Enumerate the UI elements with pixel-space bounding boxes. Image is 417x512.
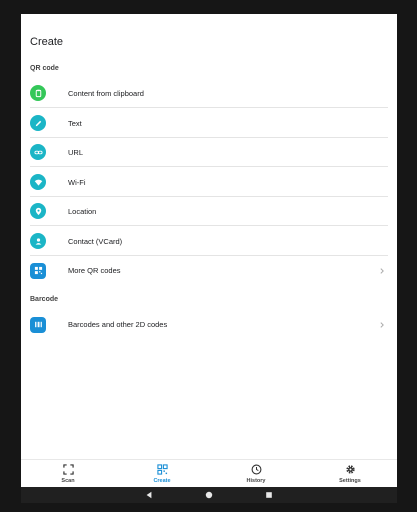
nav-tab-history[interactable]: History [209, 460, 303, 487]
list-item-label: Wi-Fi [68, 177, 86, 187]
scan-icon [62, 463, 74, 475]
page-title: Create [30, 36, 64, 48]
chevron-right-icon [380, 267, 384, 274]
system-navigation-bar [21, 487, 397, 503]
list-item-contact-vcard[interactable]: Contact (VCard) [30, 227, 388, 256]
device-bezel-right [397, 0, 417, 512]
gear-icon [345, 464, 355, 474]
app-screen: Create QR code Content from clipboard Te… [21, 14, 397, 503]
recents-icon[interactable] [265, 491, 273, 499]
clock-icon [251, 464, 261, 474]
device-bezel-left [0, 0, 21, 512]
section-label-barcode: Barcode [30, 296, 59, 303]
barcode-icon [30, 316, 46, 333]
list-item-more-qr-codes[interactable]: More QR codes [30, 256, 388, 285]
section-label-qr-code: QR code [30, 65, 59, 72]
nav-tab-scan[interactable]: Scan [21, 460, 115, 487]
qr-icon [156, 463, 168, 475]
clipboard-icon [30, 85, 46, 101]
list-item-label: URL [68, 147, 84, 157]
list-item-label: Location [68, 206, 97, 216]
list-item-label: Contact (VCard) [68, 236, 123, 246]
device-bezel-top [0, 0, 417, 14]
list-item-label: Text [68, 118, 82, 128]
person-icon [30, 233, 46, 249]
nav-tab-label: Create [153, 477, 171, 484]
list-item-url[interactable]: URL [30, 138, 388, 167]
back-icon[interactable] [145, 491, 153, 499]
nav-tab-label: History [246, 477, 266, 484]
wifi-icon [30, 174, 46, 190]
link-icon [30, 144, 46, 160]
chevron-right-icon [380, 321, 384, 328]
list-item-label: Barcodes and other 2D codes [68, 320, 168, 329]
nav-tab-create[interactable]: Create [115, 460, 209, 487]
list-item-wifi[interactable]: Wi-Fi [30, 168, 388, 197]
nav-tab-label: Scan [61, 477, 75, 484]
bottom-navigation: Scan Create History Settings [21, 459, 397, 487]
nav-tab-label: Settings [339, 477, 361, 484]
device-bezel-bottom [0, 503, 417, 512]
location-pin-icon [30, 203, 46, 219]
list-item-label: More QR codes [68, 266, 121, 275]
qr-icon [30, 262, 46, 279]
list-item-content-from-clipboard[interactable]: Content from clipboard [30, 79, 388, 108]
nav-tab-settings[interactable]: Settings [303, 460, 397, 487]
home-icon[interactable] [205, 491, 213, 499]
pencil-icon [30, 115, 46, 131]
list-item-location[interactable]: Location [30, 197, 388, 226]
list-item-label: Content from clipboard [68, 88, 144, 98]
list-item-barcodes-and-other-2d-codes[interactable]: Barcodes and other 2D codes [30, 310, 388, 339]
list-item-text[interactable]: Text [30, 109, 388, 138]
